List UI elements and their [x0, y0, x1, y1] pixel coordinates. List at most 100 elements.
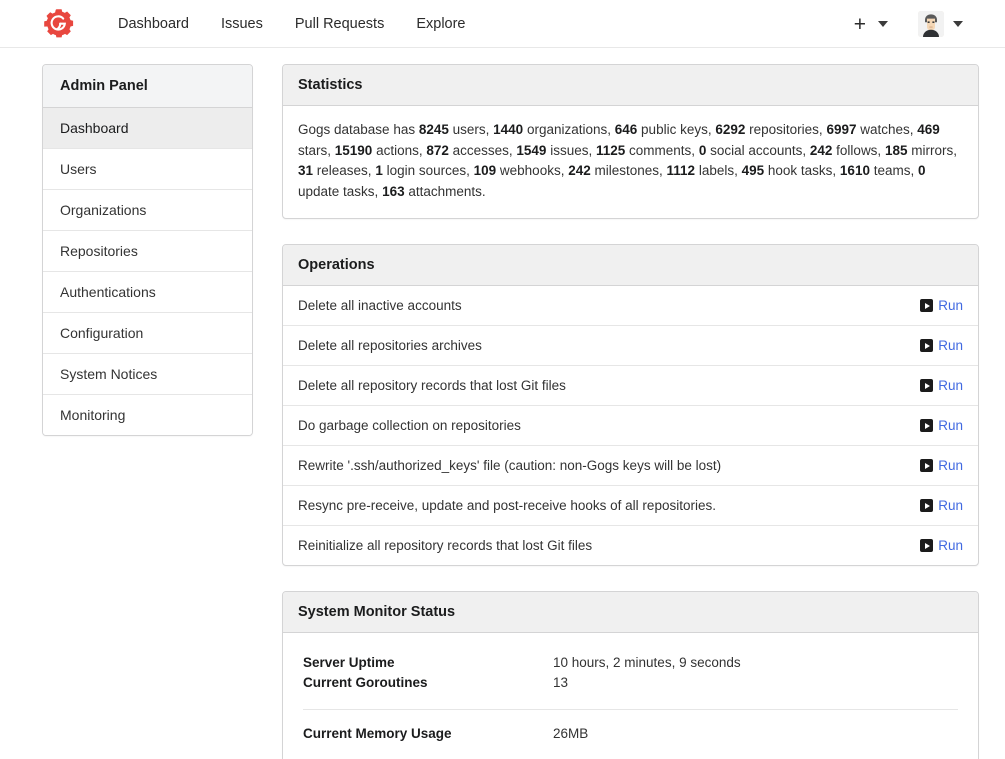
operation-run-label: Run — [938, 498, 963, 513]
operation-run-button[interactable]: Run — [920, 378, 963, 393]
stat-count: 646 — [614, 122, 638, 137]
sidebar-item-system-notices[interactable]: System Notices — [43, 354, 252, 395]
page-body: Admin Panel Dashboard Users Organization… — [0, 48, 1005, 759]
stat-label: actions, — [372, 142, 427, 158]
monitor-label: Server Uptime — [303, 655, 395, 670]
stat-count: 15190 — [334, 142, 373, 158]
operation-run-label: Run — [938, 338, 963, 353]
stat-label: stars, — [298, 142, 335, 158]
sidebar-title: Admin Panel — [43, 65, 252, 108]
stat-count: 6997 — [826, 122, 857, 137]
operation-run-button[interactable]: Run — [920, 498, 963, 513]
main-content: Statistics Gogs database has 8245 users,… — [282, 64, 979, 759]
stat-label: login sources, — [382, 163, 474, 178]
stat-label: mirrors, — [907, 142, 957, 158]
operation-run-label: Run — [938, 538, 963, 553]
sidebar-item-repositories[interactable]: Repositories — [43, 231, 252, 272]
operation-label: Delete all repositories archives — [298, 338, 482, 353]
monitor-row: Server Uptime 10 hours, 2 minutes, 9 seco… — [303, 653, 958, 673]
operation-run-label: Run — [938, 378, 963, 393]
operation-run-label: Run — [938, 418, 963, 433]
operation-row: Resync pre-receive, update and post-rece… — [283, 486, 978, 526]
stat-label: attachments. — [404, 183, 486, 199]
stat-label: milestones, — [590, 163, 667, 178]
stat-label: teams, — [869, 163, 918, 178]
stat-label: labels, — [695, 163, 742, 178]
operation-label: Rewrite '.ssh/authorized_keys' file (cau… — [298, 458, 722, 473]
gogs-gear-logo-icon — [43, 8, 75, 40]
stat-count: 1610 — [839, 163, 870, 178]
stat-count: 242 — [568, 163, 591, 178]
monitor-value: 13 — [553, 675, 569, 690]
operation-run-button[interactable]: Run — [920, 298, 963, 313]
nav-dashboard[interactable]: Dashboard — [102, 0, 205, 48]
operation-row: Do garbage collection on repositories Run — [283, 406, 978, 446]
nav-issues[interactable]: Issues — [205, 0, 279, 48]
system-monitor-body: Server Uptime 10 hours, 2 minutes, 9 seco… — [283, 633, 978, 759]
admin-sidebar: Admin Panel Dashboard Users Organization… — [42, 64, 253, 436]
gogs-logo-link[interactable] — [42, 7, 76, 41]
stat-label: public keys, — [637, 122, 716, 137]
stat-label: users, — [448, 122, 494, 137]
operation-run-button[interactable]: Run — [920, 418, 963, 433]
avatar[interactable] — [918, 11, 944, 37]
stat-count: 242 — [809, 142, 833, 158]
play-icon — [920, 299, 934, 312]
stat-label: accesses, — [448, 142, 517, 158]
stat-label: repositories, — [745, 122, 827, 137]
user-chevron-down-icon[interactable] — [953, 21, 963, 27]
operations-list: Delete all inactive accounts Run Delete al… — [283, 286, 978, 565]
play-icon — [920, 539, 934, 552]
stat-count: 1112 — [666, 163, 696, 178]
stat-label: social accounts, — [706, 142, 810, 158]
stat-label: follows, — [832, 142, 885, 158]
operation-label: Resync pre-receive, update and post-rece… — [298, 498, 716, 513]
monitor-row: Current Goroutines 13 — [303, 673, 958, 693]
operations-title: Operations — [283, 245, 978, 286]
sidebar-item-users[interactable]: Users — [43, 149, 252, 190]
nav-explore[interactable]: Explore — [400, 0, 481, 48]
stat-count: 495 — [741, 163, 765, 178]
stat-label: hook tasks, — [764, 163, 840, 178]
system-monitor-title: System Monitor Status — [283, 592, 978, 633]
operation-run-button[interactable]: Run — [920, 458, 963, 473]
operation-run-button[interactable]: Run — [920, 538, 963, 553]
stat-count: 0 — [917, 163, 926, 178]
operation-label: Reinitialize all repository records that… — [298, 538, 593, 553]
sidebar-item-organizations[interactable]: Organizations — [43, 190, 252, 231]
stat-count: 469 — [917, 122, 940, 137]
operation-run-button[interactable]: Run — [920, 338, 963, 353]
nav-pull-requests[interactable]: Pull Requests — [279, 0, 400, 48]
monitor-value: 26MB — [553, 726, 589, 741]
sidebar-item-monitoring[interactable]: Monitoring — [43, 395, 252, 435]
divider — [303, 709, 958, 710]
stat-label: releases, — [313, 163, 376, 178]
operation-label: Delete all inactive accounts — [298, 298, 462, 313]
stat-count: 1549 — [516, 142, 547, 158]
stat-label: issues, — [546, 142, 596, 158]
monitor-row: Current Memory Usage 26MB — [303, 724, 958, 744]
sidebar-item-configuration[interactable]: Configuration — [43, 313, 252, 354]
stat-label: comments, — [625, 142, 699, 158]
stat-count: 109 — [473, 163, 497, 178]
top-navigation-bar: Dashboard Issues Pull Requests Explore + — [0, 0, 1005, 48]
stat-count: 1 — [375, 163, 383, 178]
stat-count: 8245 — [418, 122, 449, 137]
stat-count: 31 — [298, 163, 314, 178]
monitor-value: 10 hours, 2 minutes, 9 seconds — [553, 655, 741, 670]
monitor-group: Server Uptime 10 hours, 2 minutes, 9 seco… — [303, 653, 958, 693]
operation-label: Delete all repository records that lost … — [298, 378, 566, 393]
stat-count: 185 — [884, 142, 908, 158]
stat-count: 1440 — [493, 122, 524, 137]
nav-right-actions: + — [851, 0, 965, 48]
user-menu[interactable] — [918, 11, 965, 37]
sidebar-item-authentications[interactable]: Authentications — [43, 272, 252, 313]
plus-icon[interactable]: + — [851, 14, 869, 35]
operation-label: Do garbage collection on repositories — [298, 418, 521, 433]
sidebar-item-dashboard[interactable]: Dashboard — [43, 108, 252, 149]
stat-count: 872 — [426, 142, 449, 158]
stat-label: webhooks, — [496, 163, 569, 178]
operation-row: Delete all repository records that lost … — [283, 366, 978, 406]
create-chevron-down-icon[interactable] — [878, 21, 888, 27]
stat-count: 6292 — [715, 122, 746, 137]
